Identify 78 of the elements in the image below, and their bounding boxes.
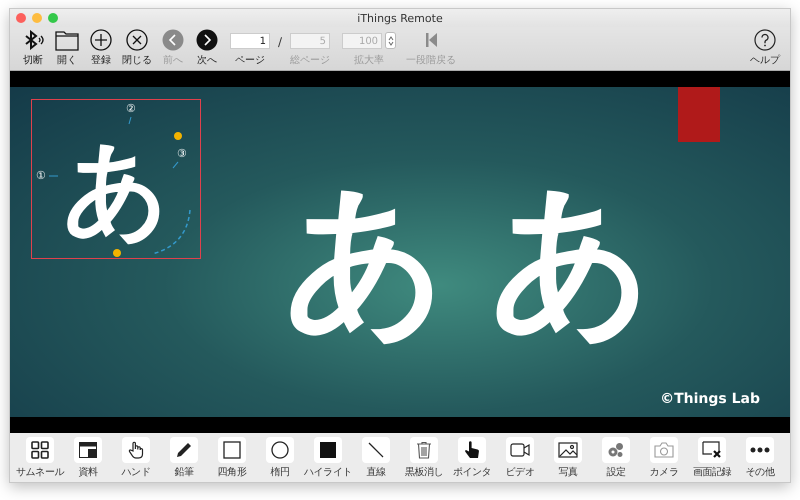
tool-label: その他 bbox=[746, 466, 774, 479]
tool-button[interactable] bbox=[74, 437, 102, 463]
tool-label: 四角形 bbox=[218, 466, 246, 479]
start-dot bbox=[174, 132, 182, 140]
tool-label: ハンド bbox=[122, 466, 150, 479]
toolbar-button[interactable]: 閉じる bbox=[120, 29, 154, 67]
gears-icon bbox=[607, 441, 625, 459]
camera-icon bbox=[654, 442, 674, 458]
up-down-arrows-icon bbox=[388, 36, 394, 46]
tool-button[interactable] bbox=[314, 437, 342, 463]
large-character: あ bbox=[489, 163, 655, 353]
hand-icon bbox=[128, 441, 144, 459]
tool-label: 写真 bbox=[558, 466, 578, 479]
tool-button[interactable] bbox=[122, 437, 150, 463]
window-title: iThings Remote bbox=[357, 12, 443, 24]
tool-label: 黒板消し bbox=[404, 466, 444, 479]
number-field[interactable]: 1 bbox=[230, 33, 270, 49]
field-label: ページ bbox=[235, 54, 265, 67]
tool-button[interactable] bbox=[410, 437, 438, 463]
square-icon bbox=[223, 441, 241, 459]
line-icon bbox=[367, 441, 385, 459]
trash-icon bbox=[416, 441, 432, 459]
toolbar-button[interactable]: 登録 bbox=[86, 29, 116, 67]
left-chevron-icon bbox=[162, 29, 184, 51]
help-button[interactable]: ヘルプ bbox=[748, 29, 782, 67]
toolbar-button[interactable]: 次へ bbox=[192, 29, 222, 67]
tool-label: 鉛筆 bbox=[174, 466, 194, 479]
tool-button[interactable] bbox=[266, 437, 294, 463]
video-camera-icon bbox=[510, 442, 530, 458]
credit-text: ©Things Lab bbox=[660, 391, 760, 407]
tool-label: 画面記録 bbox=[692, 466, 732, 479]
page-separator: / bbox=[278, 35, 282, 49]
pencil-icon bbox=[175, 441, 193, 459]
tool-label: 資料 bbox=[78, 466, 98, 479]
stepper-control[interactable] bbox=[385, 32, 396, 49]
toolbar-button[interactable]: 開く bbox=[52, 29, 82, 67]
toolbar-button[interactable]: 切断 bbox=[18, 29, 48, 67]
tool-button[interactable] bbox=[218, 437, 246, 463]
right-chevron-icon bbox=[196, 29, 218, 51]
tool-button[interactable] bbox=[362, 437, 390, 463]
callout-number: ① bbox=[36, 170, 46, 181]
callout-number: ② bbox=[126, 103, 136, 114]
leader-line bbox=[128, 116, 132, 124]
plus-circle-icon bbox=[90, 29, 112, 51]
tool-label: サムネール bbox=[16, 466, 64, 479]
window-icon bbox=[79, 442, 97, 458]
tool-label: ビデオ bbox=[506, 466, 534, 479]
tool-button[interactable] bbox=[746, 437, 774, 463]
tool-button[interactable] bbox=[698, 437, 726, 463]
circle-icon bbox=[271, 441, 289, 459]
tool-label: ハイライト bbox=[304, 466, 352, 479]
tool-button[interactable] bbox=[170, 437, 198, 463]
large-character: あ bbox=[283, 163, 449, 353]
tool-label: 楕円 bbox=[270, 466, 290, 479]
grid-icon bbox=[31, 441, 49, 459]
field-label: 拡大率 bbox=[354, 54, 384, 67]
tool-label: 直線 bbox=[366, 466, 386, 479]
tool-button[interactable] bbox=[458, 437, 486, 463]
screen-record-icon bbox=[702, 441, 722, 459]
example-character: あ bbox=[62, 126, 170, 251]
close-window-button[interactable] bbox=[16, 13, 26, 23]
filled-square-icon bbox=[319, 441, 337, 459]
pointer-hand-icon bbox=[464, 441, 480, 459]
help-icon bbox=[754, 29, 776, 51]
tool-label: カメラ bbox=[650, 466, 678, 479]
more-icon bbox=[750, 447, 770, 453]
leader-line bbox=[172, 162, 178, 168]
field-label: 総ページ bbox=[290, 54, 330, 67]
tool-button[interactable] bbox=[554, 437, 582, 463]
start-dot bbox=[113, 249, 121, 257]
image-icon bbox=[558, 442, 578, 458]
folder-icon bbox=[55, 29, 79, 51]
tool-label: 設定 bbox=[606, 466, 626, 479]
close-icon bbox=[126, 29, 148, 51]
callout-number: ③ bbox=[177, 148, 187, 159]
tool-button[interactable] bbox=[506, 437, 534, 463]
tool-label: ポインタ bbox=[452, 466, 492, 479]
tool-button[interactable] bbox=[26, 437, 54, 463]
